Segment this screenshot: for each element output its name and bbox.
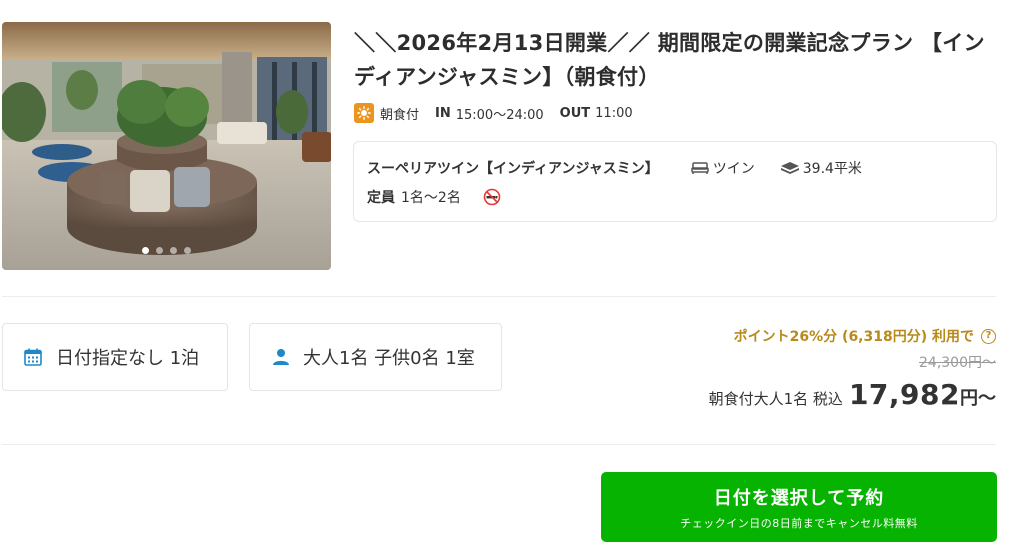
price-suffix: 円〜: [960, 388, 996, 409]
bed-type: ツイン: [712, 161, 755, 177]
no-smoking-icon: [483, 188, 501, 206]
calendar-icon: [23, 347, 43, 367]
points-info: ポイント26%分 (6,318円分) 利用で ?: [734, 326, 996, 346]
price-prefix: 朝食付大人1名 税込: [708, 390, 843, 408]
divider-bottom: [2, 444, 996, 445]
plan-title: ＼＼2026年2月13日開業／／ 期間限定の開業記念プラン 【インディアンジャス…: [354, 31, 985, 89]
carousel-dot-1[interactable]: [142, 247, 149, 254]
area-icon: [780, 162, 799, 174]
capacity-value: 1名〜2名: [401, 190, 461, 206]
sun-icon: [354, 103, 374, 123]
carousel-dot-4[interactable]: [184, 247, 191, 254]
carousel-dot-3[interactable]: [170, 247, 177, 254]
date-selector[interactable]: 日付指定なし 1泊: [2, 323, 228, 391]
plan-meta: 朝食付 IN 15:00〜24:00 OUT 11:00: [354, 102, 633, 124]
guest-selector[interactable]: 大人1名 子供0名 1室: [249, 323, 502, 391]
points-text: ポイント26%分 (6,318円分) 利用で: [733, 329, 974, 345]
lobby-image: [2, 22, 331, 270]
room-size-value: 39.4平米: [802, 161, 862, 177]
reserve-button[interactable]: 日付を選択して予約 チェックイン日の8日前までキャンセル料無料: [601, 472, 997, 542]
price-line: 朝食付大人1名 税込 17,982 円〜: [709, 378, 996, 411]
help-icon[interactable]: ?: [981, 328, 996, 344]
original-price: 24,300円〜: [919, 355, 996, 371]
meal-label: 朝食付: [380, 107, 420, 123]
room-size: 39.4平米: [780, 158, 862, 178]
hotel-photo[interactable]: [2, 22, 331, 270]
capacity-label: 定員: [367, 190, 395, 206]
date-selector-label: 日付指定なし 1泊: [56, 348, 200, 369]
guest-selector-label: 大人1名 子供0名 1室: [303, 348, 475, 369]
divider-top: [2, 296, 996, 297]
checkout-time: 11:00: [595, 105, 633, 121]
checkin-label: IN: [435, 105, 451, 121]
price-amount: 17,982: [848, 378, 960, 411]
room-bed: ツイン: [691, 158, 755, 178]
room-card[interactable]: スーペリアツイン【インディアンジャスミン】 ツイン 39.4平米 定員 1名〜2…: [353, 141, 997, 222]
cancellation-note: チェックイン日の8日前までキャンセル料無料: [680, 516, 918, 530]
bed-icon: [691, 161, 709, 175]
checkout-label: OUT: [559, 105, 591, 121]
reserve-button-label: 日付を選択して予約: [713, 487, 885, 509]
room-name: スーペリアツイン【インディアンジャスミン】: [367, 161, 659, 177]
carousel-dots: [2, 247, 331, 254]
checkin-time: 15:00〜24:00: [455, 107, 544, 123]
carousel-dot-2[interactable]: [156, 247, 163, 254]
person-icon: [272, 348, 290, 366]
